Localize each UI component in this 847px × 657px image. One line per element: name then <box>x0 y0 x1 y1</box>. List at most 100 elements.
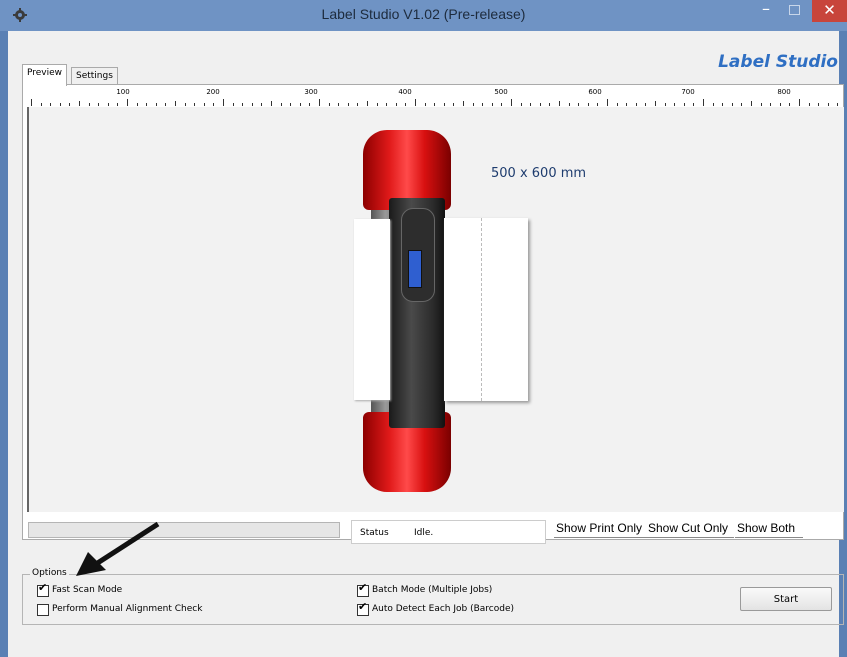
checkmark-icon: ✔ <box>38 581 48 594</box>
ruler-tick <box>655 101 656 106</box>
tab-preview[interactable]: Preview <box>22 64 68 86</box>
ruler-tick <box>280 103 282 106</box>
ruler-tick <box>808 103 810 106</box>
ruler-tick <box>703 99 704 106</box>
ruler-tick <box>799 99 800 106</box>
status-box: Status Idle. <box>351 520 546 544</box>
ruler-label: 500 <box>494 88 508 96</box>
ruler-tick <box>491 103 493 106</box>
ruler-tick <box>136 103 138 106</box>
ruler-tick <box>309 103 311 106</box>
ruler-tick <box>415 99 416 106</box>
ruler-tick <box>539 103 541 106</box>
horizontal-ruler: 100 200 300 400 500 600 700 800 <box>26 88 842 106</box>
ruler-label: 600 <box>588 88 602 96</box>
ruler-tick <box>31 99 32 106</box>
ruler-tick <box>299 103 301 106</box>
ruler-tick <box>347 103 349 106</box>
fast-scan-checkbox[interactable]: ✔ <box>37 581 49 597</box>
status-label: Status <box>360 528 389 538</box>
ruler-label: 400 <box>398 88 412 96</box>
maximize-button[interactable] <box>781 0 807 22</box>
status-value: Idle. <box>414 528 434 538</box>
minimize-button[interactable]: – <box>752 0 780 22</box>
ruler-tick <box>472 103 474 106</box>
ruler-tick <box>635 103 637 106</box>
auto-detect-checkbox[interactable]: ✔ <box>357 600 369 616</box>
ruler-tick <box>453 103 455 106</box>
ruler-tick <box>213 103 215 106</box>
ruler-tick <box>568 103 570 106</box>
ruler-tick <box>203 103 205 106</box>
ruler-tick <box>69 103 71 106</box>
checkmark-icon: ✔ <box>358 581 368 594</box>
close-icon: ✕ <box>823 1 836 19</box>
ruler-label: 200 <box>206 88 220 96</box>
ruler-tick <box>597 103 599 106</box>
close-button[interactable]: ✕ <box>812 0 847 22</box>
title-bar[interactable]: Label Studio V1.02 (Pre-release) – ✕ <box>0 0 847 31</box>
checkmark-icon: ✔ <box>358 600 368 613</box>
options-legend: Options <box>30 568 69 578</box>
ruler-tick <box>626 103 628 106</box>
ruler-tick <box>664 103 666 106</box>
ruler-tick <box>731 103 733 106</box>
ruler-tick <box>251 103 253 106</box>
ruler-tick <box>367 101 368 106</box>
manual-alignment-checkbox[interactable] <box>37 604 49 616</box>
brand-logo: Label Studio <box>718 52 838 72</box>
ruler-tick <box>194 103 196 106</box>
ruler-tick <box>271 101 272 106</box>
cut-line <box>481 218 482 401</box>
ruler-tick <box>501 103 503 106</box>
ruler-tick <box>434 103 436 106</box>
ruler-tick <box>683 103 685 106</box>
media-sheet-right <box>444 218 528 401</box>
ruler-tick <box>117 103 119 106</box>
ruler-tick <box>40 103 42 106</box>
minimize-icon: – <box>762 0 770 18</box>
ruler-tick <box>165 103 167 106</box>
ruler-tick <box>107 103 109 106</box>
ruler-tick <box>837 103 839 106</box>
maximize-icon <box>789 5 800 15</box>
ruler-tick <box>587 103 589 106</box>
ruler-tick <box>232 103 234 106</box>
ruler-tick <box>760 103 762 106</box>
ruler-tick <box>616 103 618 106</box>
tab-show-cut-only[interactable]: Show Cut Only <box>646 520 734 538</box>
ruler-tick <box>175 101 176 106</box>
ruler-label: 100 <box>116 88 130 96</box>
ruler-tick <box>751 101 752 106</box>
ruler-tick <box>155 103 157 106</box>
fast-scan-label: Fast Scan Mode <box>52 585 123 595</box>
ruler-tick <box>50 103 52 106</box>
ruler-tick <box>376 103 378 106</box>
ruler-tick <box>520 103 522 106</box>
ruler-tick <box>319 99 320 106</box>
window-title: Label Studio V1.02 (Pre-release) <box>321 6 526 22</box>
ruler-label: 700 <box>681 88 695 96</box>
ruler-tick <box>549 103 551 106</box>
media-sheet-left <box>354 219 390 400</box>
start-button[interactable]: Start <box>740 587 832 611</box>
ruler-label: 800 <box>777 88 791 96</box>
ruler-tick <box>443 103 445 106</box>
ruler-tick <box>405 103 407 106</box>
auto-detect-label: Auto Detect Each Job (Barcode) <box>372 604 514 614</box>
ruler-tick <box>242 103 244 106</box>
tab-show-print-only[interactable]: Show Print Only <box>554 520 647 538</box>
ruler-tick <box>722 103 724 106</box>
ruler-tick <box>482 103 484 106</box>
manual-alignment-label: Perform Manual Alignment Check <box>52 604 203 614</box>
ruler-tick <box>741 103 743 106</box>
ruler-tick <box>98 103 100 106</box>
media-dimension-label: 500 x 600 mm <box>491 166 587 181</box>
ruler-tick <box>559 101 560 106</box>
batch-mode-checkbox[interactable]: ✔ <box>357 581 369 597</box>
ruler-tick <box>578 103 580 106</box>
ruler-tick <box>712 103 714 106</box>
ruler-tick <box>607 99 608 106</box>
ruler-tick <box>511 99 512 106</box>
tab-show-both[interactable]: Show Both <box>735 520 803 538</box>
